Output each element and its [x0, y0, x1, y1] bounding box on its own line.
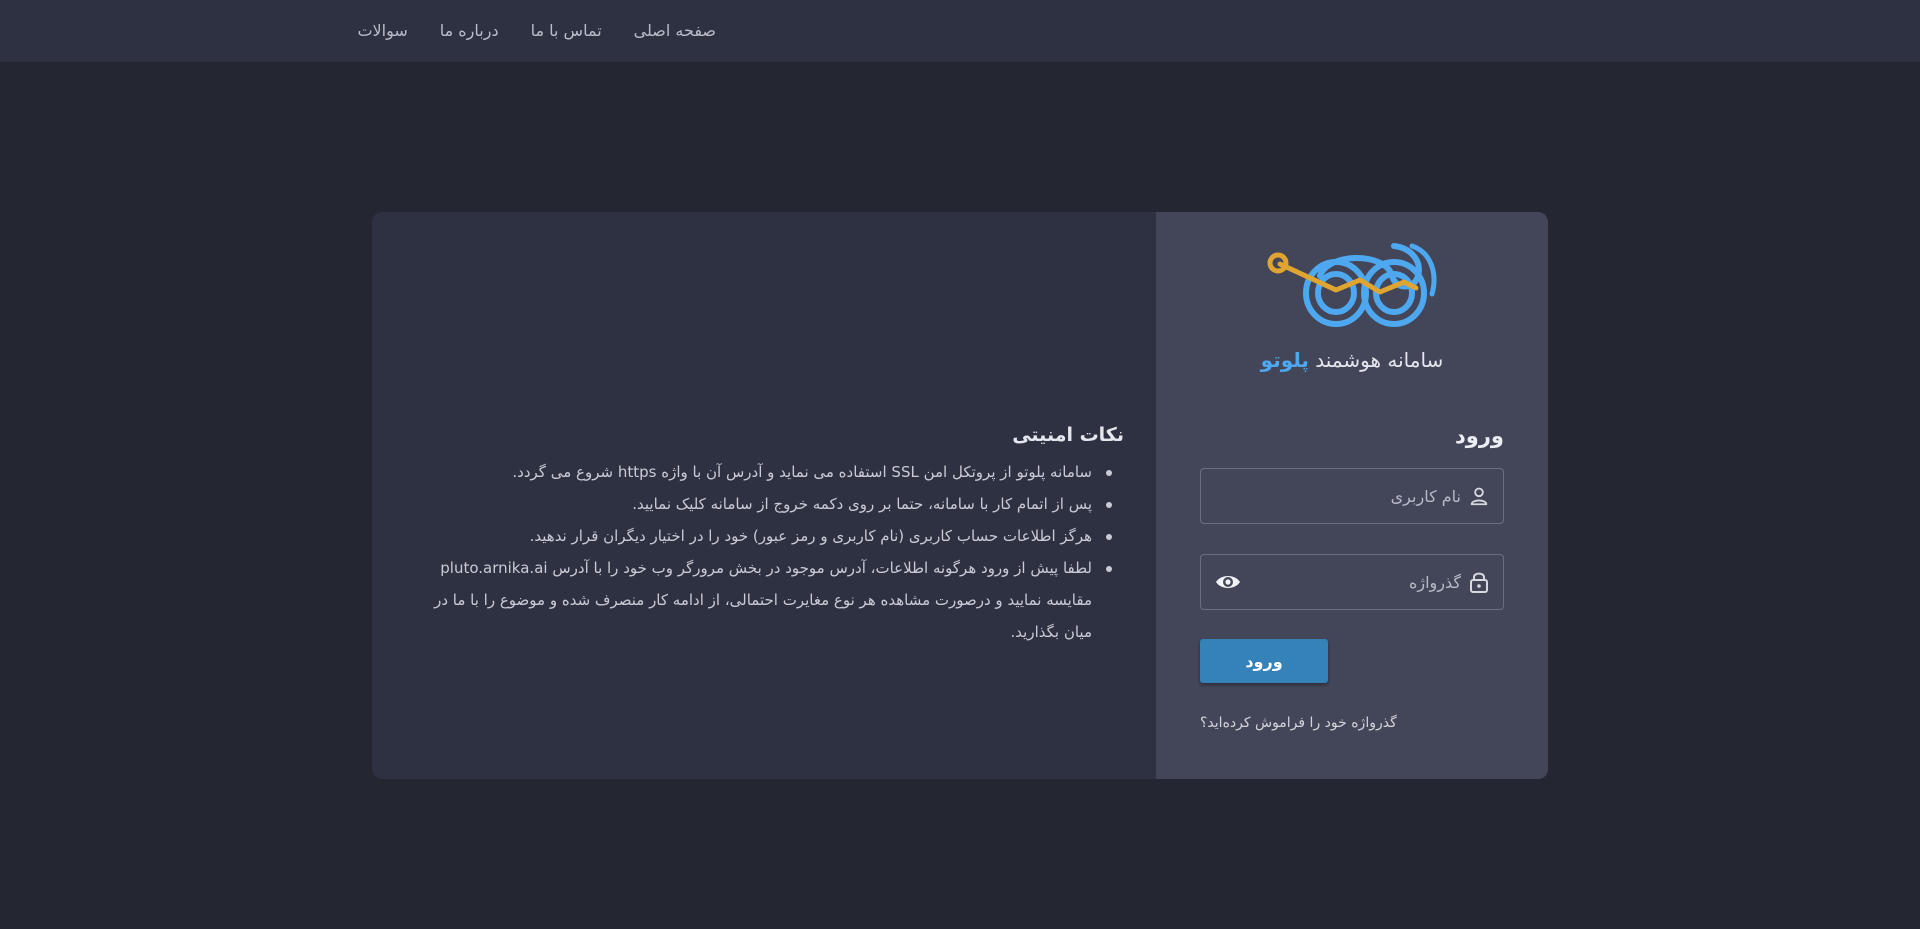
lock-icon	[1465, 568, 1493, 596]
login-title: ورود	[1455, 424, 1504, 448]
security-tip: پس از اتمام کار با سامانه، حتما بر روی د…	[404, 488, 1112, 520]
security-tip: هرگز اطلاعات حساب کاربری (نام کاربری و ر…	[404, 520, 1112, 552]
top-navbar: صفحه اصلی تماس با ما درباره ما سوالات	[0, 0, 1920, 62]
security-tips-panel: نکات امنیتی سامانه پلوتو از پروتکل امن S…	[372, 212, 1156, 779]
password-input[interactable]	[1243, 555, 1461, 609]
eye-icon[interactable]	[1213, 567, 1243, 597]
security-tips: نکات امنیتی سامانه پلوتو از پروتکل امن S…	[404, 424, 1124, 648]
login-card: نکات امنیتی سامانه پلوتو از پروتکل امن S…	[372, 212, 1548, 779]
login-panel: سامانه هوشمند پلوتو ورود نام کاربری ورود…	[1156, 212, 1548, 779]
main-nav: صفحه اصلی تماس با ما درباره ما سوالات	[357, 0, 732, 62]
login-button[interactable]: ورود	[1200, 639, 1328, 683]
username-field[interactable]	[1200, 468, 1504, 524]
brand-name: پلوتو	[1260, 348, 1309, 372]
security-tips-list: سامانه پلوتو از پروتکل امن SSL استفاده م…	[404, 456, 1124, 648]
nav-item-faq[interactable]: سوالات	[341, 19, 423, 43]
brand-title: سامانه هوشمند پلوتو	[1156, 348, 1548, 372]
nav-item-about[interactable]: درباره ما	[424, 19, 515, 43]
security-tip: سامانه پلوتو از پروتکل امن SSL استفاده م…	[404, 456, 1112, 488]
pluto-logo	[1266, 242, 1438, 334]
brand-prefix: سامانه هوشمند	[1315, 348, 1444, 372]
user-icon	[1465, 482, 1493, 510]
password-field[interactable]	[1200, 554, 1504, 610]
forgot-password-link[interactable]: گذرواژه خود را فراموش کرده‌اید؟	[1200, 715, 1397, 731]
nav-item-home[interactable]: صفحه اصلی	[618, 19, 732, 43]
security-tip: لطفا پیش از ورود هرگونه اطلاعات، آدرس مو…	[404, 552, 1112, 648]
security-tips-title: نکات امنیتی	[1012, 424, 1124, 446]
nav-item-contact[interactable]: تماس با ما	[515, 19, 618, 43]
username-input[interactable]	[1201, 469, 1461, 523]
